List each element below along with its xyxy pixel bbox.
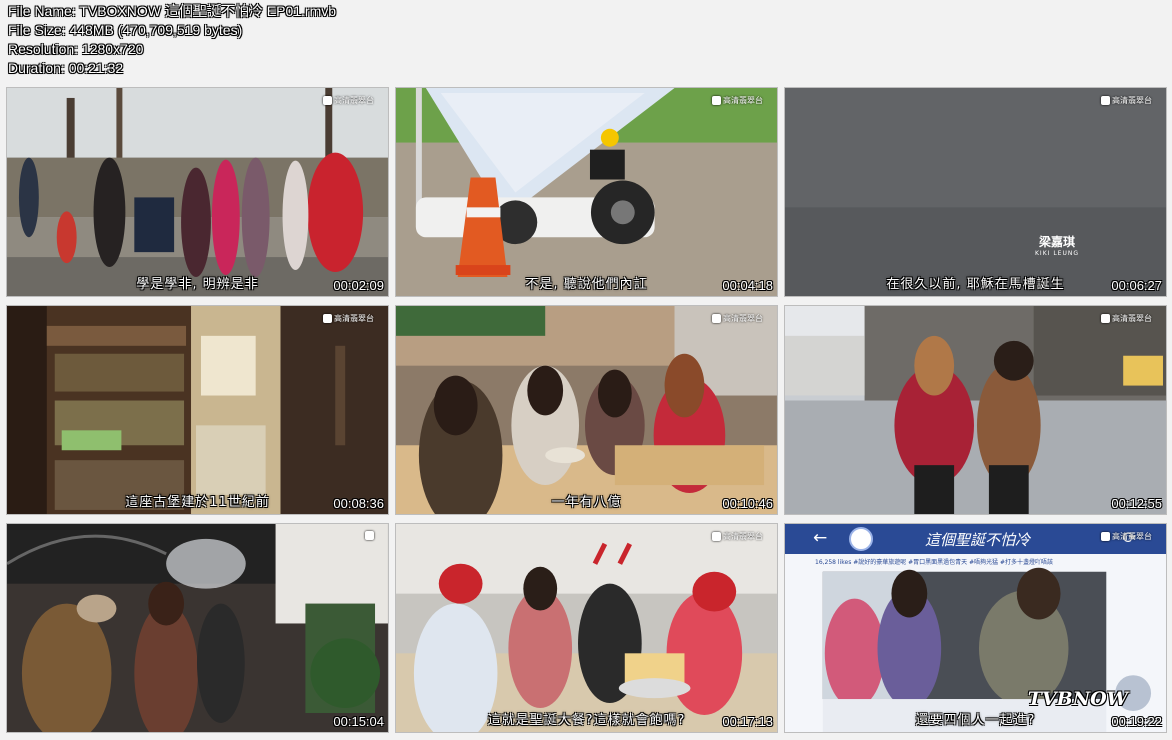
subtitle-text: 這就是聖誕大餐?這樣就會飽嗎? [487, 713, 686, 728]
video-thumbnail[interactable]: 梁嘉琪 KIKI LEUNG 高清翡翠台 在很久以前, 耶穌在馬槽誕生 00:0… [784, 87, 1167, 297]
likes-hashtags-text: 16,258 likes #說好的豪華旅遊呢 #胃口黑面黑過包青天 #唔夠光猛 … [815, 559, 1054, 566]
tvb-logo-icon [712, 532, 721, 541]
channel-logo-text: 高清翡翠台 [723, 96, 763, 105]
thumbnail-frame [7, 524, 388, 732]
channel-logo-text: 高清翡翠台 [1112, 314, 1152, 323]
back-arrow-icon[interactable]: ← [813, 528, 827, 548]
channel-logo: 高清翡翠台 [1101, 531, 1152, 542]
channel-logo-text: 高清翡翠台 [723, 532, 763, 541]
video-thumbnail[interactable]: 高清翡翠台 一年有八億 00:10:46 [395, 305, 778, 515]
timecode-label: 00:02:09 [333, 278, 384, 293]
subtitle-text: 在很久以前, 耶穌在馬槽誕生 [886, 277, 1065, 292]
thumbnail-frame [396, 524, 777, 732]
show-emblem-icon [849, 527, 873, 551]
thumbnail-grid: 高清翡翠台 學是學非, 明辨是非 00:02:09 高清翡翠台 不是, 聽說他們… [0, 0, 1172, 740]
thumbnail-frame [7, 88, 388, 296]
thumbnail-frame [785, 88, 1166, 296]
channel-logo [365, 531, 374, 540]
tvb-logo-icon [323, 314, 332, 323]
credit-name: 梁嘉琪 [1038, 235, 1075, 249]
subtitle-text: 學是學非, 明辨是非 [136, 277, 259, 292]
channel-logo: 高清翡翠台 [1101, 95, 1152, 106]
tvbnow-watermark: TVBNOW [1027, 688, 1128, 710]
video-thumbnail[interactable]: 00:15:04 [6, 523, 389, 733]
tvb-logo-icon [1101, 532, 1110, 541]
video-thumbnail[interactable]: 高清翡翠台 學是學非, 明辨是非 00:02:09 [6, 87, 389, 297]
credit-name-english: KIKI LEUNG [1035, 250, 1079, 257]
channel-logo-text: 高清翡翠台 [723, 314, 763, 323]
channel-logo: 高清翡翠台 [1101, 313, 1152, 324]
video-thumbnail[interactable]: 高清翡翠台 這座古堡建於11世紀前 00:08:36 [6, 305, 389, 515]
channel-logo: 高清翡翠台 [323, 313, 374, 324]
timecode-label: 00:06:27 [1111, 278, 1162, 293]
channel-logo: 高清翡翠台 [712, 313, 763, 324]
tvb-logo-icon [712, 96, 721, 105]
tvb-logo-icon [1101, 314, 1110, 323]
video-thumbnail[interactable]: 高清翡翠台 不是, 聽說他們內訌 00:04:18 [395, 87, 778, 297]
tvb-logo-icon [323, 96, 332, 105]
timecode-label: 00:04:18 [722, 278, 773, 293]
subtitle-text: 一年有八億 [551, 495, 622, 510]
timecode-label: 00:17:13 [722, 714, 773, 729]
timecode-label: 00:12:55 [1111, 496, 1162, 511]
thumbnail-frame [396, 306, 777, 514]
channel-logo: 高清翡翠台 [712, 95, 763, 106]
tvb-logo-icon [712, 314, 721, 323]
tvb-logo-icon [1101, 96, 1110, 105]
subtitle-text: 還要四個人一起進? [915, 713, 1036, 728]
show-title: 這個聖誕不怕冷 [925, 531, 1031, 549]
channel-logo: 高清翡翠台 [323, 95, 374, 106]
video-thumbnail[interactable]: 高清翡翠台 00:12:55 [784, 305, 1167, 515]
video-thumbnail[interactable]: ← 這個聖誕不怕冷 ⟳ 16,258 likes #說好的豪華旅遊呢 #胃口黑面… [784, 523, 1167, 733]
thumbnail-frame [785, 306, 1166, 514]
channel-logo-text: 高清翡翠台 [1112, 532, 1152, 541]
tvb-logo-icon [365, 531, 374, 540]
timecode-label: 00:10:46 [722, 496, 773, 511]
channel-logo: 高清翡翠台 [712, 531, 763, 542]
thumbnail-frame [396, 88, 777, 296]
cast-credit: 梁嘉琪 KIKI LEUNG [1035, 233, 1079, 257]
timecode-label: 00:15:04 [333, 714, 384, 729]
subtitle-text: 不是, 聽說他們內訌 [525, 277, 648, 292]
video-thumbnail[interactable]: 高清翡翠台 這就是聖誕大餐?這樣就會飽嗎? 00:17:13 [395, 523, 778, 733]
timecode-label: 00:19:22 [1111, 714, 1162, 729]
thumbnail-frame [7, 306, 388, 514]
subtitle-text: 這座古堡建於11世紀前 [125, 495, 270, 510]
channel-logo-text: 高清翡翠台 [1112, 96, 1152, 105]
timecode-label: 00:08:36 [333, 496, 384, 511]
channel-logo-text: 高清翡翠台 [334, 96, 374, 105]
channel-logo-text: 高清翡翠台 [334, 314, 374, 323]
